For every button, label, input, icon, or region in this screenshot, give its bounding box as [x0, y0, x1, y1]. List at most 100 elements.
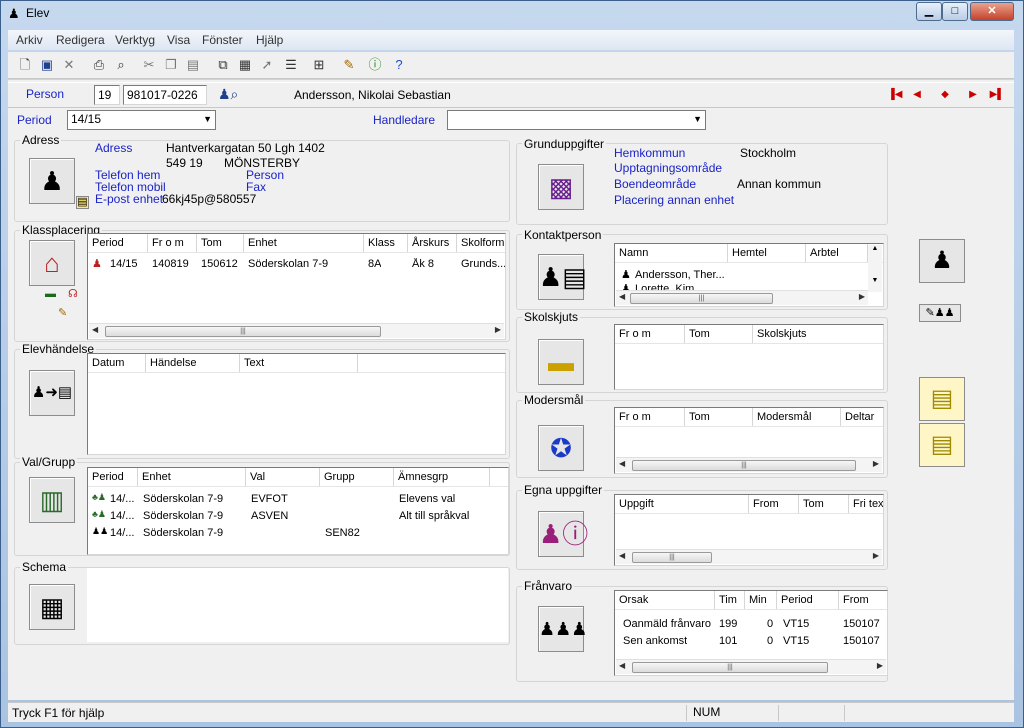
minimize-button[interactable]: ▁ — [916, 2, 942, 21]
col-datum[interactable]: Datum — [88, 354, 146, 372]
next-record-button[interactable]: ▶ — [962, 86, 984, 104]
last-record-button[interactable]: ▶▌ — [986, 86, 1008, 104]
properties-icon[interactable]: ⊞ — [310, 56, 328, 74]
col-modersmal[interactable]: Modersmål — [753, 408, 841, 426]
scroll-left-icon[interactable]: ◀ — [619, 459, 625, 468]
col-klass[interactable]: Klass — [364, 234, 408, 252]
col-text[interactable]: Text — [240, 354, 358, 372]
col-grupp[interactable]: Grupp — [320, 468, 394, 486]
col-enhet[interactable]: Enhet — [244, 234, 364, 252]
kontaktperson-table[interactable]: Namn Hemtel Arbtel ♟ Andersson, Ther... … — [614, 243, 884, 307]
table-row[interactable]: ♣♟ 14/... Söderskolan 7-9 EVFOT Elevens … — [88, 491, 508, 507]
col-arskurs[interactable]: Årskurs — [408, 234, 457, 252]
period-select[interactable]: 14/15 ▼ — [67, 110, 216, 130]
scroll-up-icon[interactable]: ▲ — [868, 245, 882, 252]
col-enhet[interactable]: Enhet — [138, 468, 246, 486]
klassplacering-hscrollbar[interactable]: ◀ ||| ▶ — [89, 323, 504, 338]
school-bus-icon[interactable]: ▬ — [538, 339, 584, 385]
list-icon[interactable]: ☰ — [282, 56, 300, 74]
col-skolform[interactable]: Skolform — [457, 234, 505, 252]
modersmal-table[interactable]: Fr o m Tom Modersmål Deltar ◀ ||| ▶ — [614, 407, 884, 474]
franvaro-hscrollbar[interactable]: ◀ ||| ▶ — [616, 659, 886, 674]
note-icon[interactable]: ▤ — [76, 196, 89, 209]
egna-table[interactable]: Uppgift From Tom Fri text ◀ ||| ▶ — [614, 494, 884, 566]
paste-icon[interactable]: ▤ — [184, 56, 202, 74]
scroll-thumb[interactable]: ||| — [630, 293, 773, 304]
col-tom[interactable]: Tom — [799, 495, 849, 513]
col-from[interactable]: Fr o m — [615, 408, 685, 426]
kontaktperson-vscrollbar[interactable]: ▲ ▼ — [868, 245, 882, 292]
table-row[interactable]: ♣♟ 14/... Söderskolan 7-9 ASVEN Alt till… — [88, 508, 508, 524]
col-namn[interactable]: Namn — [615, 244, 728, 262]
col-from[interactable]: Fr o m — [148, 234, 197, 252]
notes-button[interactable]: ▤ — [919, 423, 965, 467]
pin-icon[interactable]: ➚ — [258, 56, 276, 74]
event-icon[interactable]: ♟➜▤ — [29, 370, 75, 416]
col-from[interactable]: From — [749, 495, 799, 513]
cut-icon[interactable]: ✂ — [140, 56, 158, 74]
skolskjuts-table[interactable]: Fr o m Tom Skolskjuts — [614, 324, 884, 390]
schedule-icon[interactable]: ▦ — [29, 584, 75, 630]
scroll-left-icon[interactable]: ◀ — [619, 292, 625, 301]
clipboard-icon[interactable]: ▦ — [236, 56, 254, 74]
info-icon[interactable]: ⓘ — [366, 56, 384, 74]
menu-fonster[interactable]: Fönster — [202, 33, 243, 47]
person-prefix-field[interactable]: 19 — [94, 85, 120, 105]
current-record-button[interactable]: ◆ — [934, 86, 956, 104]
scroll-right-icon[interactable]: ▶ — [873, 551, 879, 560]
print-icon[interactable]: ⎙ — [90, 56, 108, 74]
class-transfer-icon[interactable]: ▬ — [45, 288, 56, 300]
class-remove-icon[interactable]: ☊ — [68, 287, 78, 300]
save-icon[interactable]: ▣ — [38, 56, 56, 74]
col-skolskjuts[interactable]: Skolskjuts — [753, 325, 883, 343]
person-detail-button[interactable]: ♟ — [919, 239, 965, 283]
new-icon[interactable]: 🗋 — [16, 56, 34, 74]
handledare-select[interactable]: ▼ — [447, 110, 706, 130]
scroll-right-icon[interactable]: ▶ — [495, 325, 501, 334]
scroll-thumb[interactable]: ||| — [632, 662, 828, 673]
col-from[interactable]: Fr o m — [615, 325, 685, 343]
menu-verktyg[interactable]: Verktyg — [115, 33, 155, 47]
scroll-thumb[interactable]: ||| — [632, 552, 712, 563]
col-period[interactable]: Period — [777, 591, 839, 609]
copy-icon[interactable]: ❐ — [162, 56, 180, 74]
table-row[interactable]: Sen ankomst 101 0 VT15 150107 — [615, 633, 887, 649]
col-min[interactable]: Min — [745, 591, 777, 609]
col-val[interactable]: Val — [246, 468, 320, 486]
col-amnesgrp[interactable]: Ämnesgrp — [394, 468, 490, 486]
first-record-button[interactable]: ▐◀ — [884, 86, 906, 104]
table-row[interactable]: ♟♟ 14/... Söderskolan 7-9 SEN82 — [88, 525, 508, 541]
preview-icon[interactable]: ⧉ — [214, 56, 232, 74]
person-number-field[interactable]: 981017-0226 — [123, 85, 207, 105]
scroll-left-icon[interactable]: ◀ — [92, 325, 98, 334]
find-icon[interactable]: ⌕ — [112, 56, 130, 74]
elevhandelse-table[interactable]: Datum Händelse Text — [87, 353, 506, 455]
person-search-icon[interactable]: ♟⌕ — [218, 86, 238, 103]
scroll-left-icon[interactable]: ◀ — [619, 551, 625, 560]
school-house-icon[interactable]: ⌂ — [29, 240, 75, 286]
scroll-down-icon[interactable]: ▼ — [868, 277, 882, 284]
col-tom[interactable]: Tom — [685, 325, 753, 343]
city-skyline-icon[interactable]: ▩ — [538, 164, 584, 210]
modersmal-hscrollbar[interactable]: ◀ ||| ▶ — [616, 457, 882, 472]
documents-button[interactable]: ▤ — [919, 377, 965, 421]
scroll-thumb[interactable]: ||| — [632, 460, 856, 471]
col-uppgift[interactable]: Uppgift — [615, 495, 749, 513]
help-icon[interactable]: ? — [390, 56, 408, 74]
close-button[interactable]: ✕ — [970, 2, 1014, 21]
maximize-button[interactable]: □ — [942, 2, 968, 21]
contact-card-icon[interactable]: ♟▤ — [538, 254, 587, 300]
col-from[interactable]: From — [839, 591, 887, 609]
col-tom[interactable]: Tom — [685, 408, 753, 426]
person-info-icon[interactable]: ♟ⓘ — [538, 511, 588, 557]
globe-icon[interactable]: ✪ — [538, 425, 584, 471]
scroll-left-icon[interactable]: ◀ — [619, 661, 625, 670]
delete-icon[interactable]: ✕ — [60, 56, 78, 74]
klassplacering-table[interactable]: Period Fr o m Tom Enhet Klass Årskurs Sk… — [87, 233, 506, 340]
classroom-icon[interactable]: ♟♟♟ — [538, 606, 587, 652]
prev-record-button[interactable]: ◀ — [906, 86, 928, 104]
schema-area[interactable] — [87, 568, 508, 642]
scroll-right-icon[interactable]: ▶ — [873, 459, 879, 468]
menu-visa[interactable]: Visa — [167, 33, 190, 47]
scroll-thumb[interactable]: ||| — [105, 326, 381, 337]
